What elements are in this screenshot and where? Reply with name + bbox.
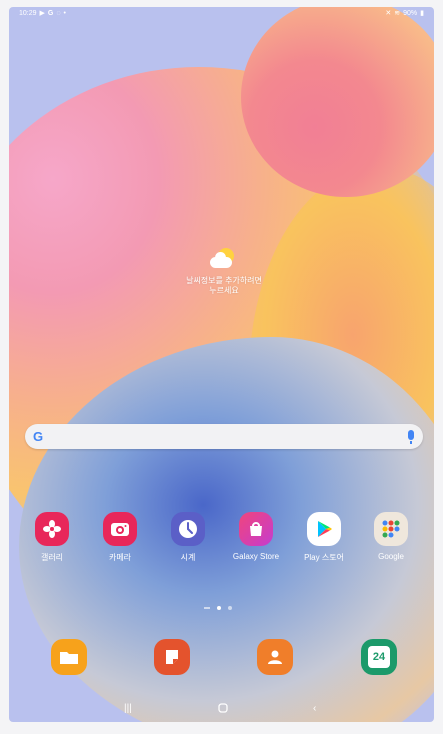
- dot-icon: •: [63, 10, 66, 17]
- dock: 24: [9, 639, 434, 679]
- weather-line-2: 누르세요: [209, 286, 239, 295]
- wifi-icon: ≋: [394, 10, 401, 17]
- calendar-icon[interactable]: 24: [361, 639, 397, 675]
- home-page-indicator-icon: [204, 607, 210, 609]
- my-files-icon[interactable]: [51, 639, 87, 675]
- contacts-icon[interactable]: [257, 639, 293, 675]
- app-galaxy-store[interactable]: Galaxy Store: [226, 512, 286, 561]
- app-label: 갤러리: [40, 553, 64, 562]
- app-label: Play 스토어: [304, 553, 344, 562]
- app-label: 카메라: [108, 553, 132, 562]
- page-indicator: [204, 606, 232, 610]
- app-label: Google: [378, 552, 404, 561]
- app-label: Galaxy Store: [232, 552, 280, 561]
- status-time: 10:29: [19, 10, 37, 17]
- google-icon: G: [47, 10, 54, 17]
- weather-prompt: 날씨정보를 추가하려면 누르세요: [169, 276, 279, 296]
- no-signal-icon: ✕: [385, 10, 392, 17]
- app-row: 갤러리 카메라 시계 Galaxy Store Play 스토어 Google: [9, 512, 434, 572]
- battery-level: 90%: [403, 10, 418, 17]
- home-screen: 10:29 ▶ G ◌ • ✕ ≋ 90% ▮ 날씨정보를 추가하려면 누르세요: [9, 7, 434, 722]
- recent-apps-button[interactable]: |||: [124, 703, 132, 714]
- app-camera[interactable]: 카메라: [90, 512, 150, 563]
- samsung-notes-icon[interactable]: [154, 639, 190, 675]
- status-left: 10:29 ▶ G ◌ •: [19, 10, 66, 17]
- google-folder-icon: [374, 512, 408, 546]
- mic-icon[interactable]: [408, 430, 414, 444]
- navigation-bar: ||| ‹: [9, 701, 434, 721]
- page-dot: [228, 606, 232, 610]
- home-button[interactable]: [218, 703, 228, 716]
- app-google-folder[interactable]: Google: [361, 512, 421, 561]
- play-icon: ▶: [39, 10, 45, 17]
- weather-line-1: 날씨정보를 추가하려면: [186, 276, 262, 285]
- weather-icon: [208, 247, 240, 273]
- gallery-icon: [35, 512, 69, 546]
- status-right: ✕ ≋ 90% ▮: [385, 10, 424, 17]
- app-label: 시계: [180, 553, 196, 562]
- clock-icon: [171, 512, 205, 546]
- play-store-icon: [307, 512, 341, 546]
- app-play-store[interactable]: Play 스토어: [294, 512, 354, 563]
- google-logo-icon: G: [33, 429, 44, 444]
- back-button[interactable]: ‹: [313, 703, 316, 714]
- galaxy-store-icon: [239, 512, 273, 546]
- app-clock[interactable]: 시계: [158, 512, 218, 563]
- app-gallery[interactable]: 갤러리: [22, 512, 82, 563]
- page-dot-active: [217, 606, 221, 610]
- status-bar: 10:29 ▶ G ◌ • ✕ ≋ 90% ▮: [9, 7, 434, 21]
- camera-icon: [103, 512, 137, 546]
- chat-icon: ◌: [56, 10, 61, 17]
- device-frame: 10:29 ▶ G ◌ • ✕ ≋ 90% ▮ 날씨정보를 추가하려면 누르세요: [0, 0, 443, 734]
- calendar-date: 24: [368, 646, 390, 668]
- google-search-bar[interactable]: G: [25, 424, 423, 449]
- battery-icon: ▮: [420, 10, 424, 17]
- weather-widget[interactable]: 날씨정보를 추가하려면 누르세요: [169, 247, 279, 296]
